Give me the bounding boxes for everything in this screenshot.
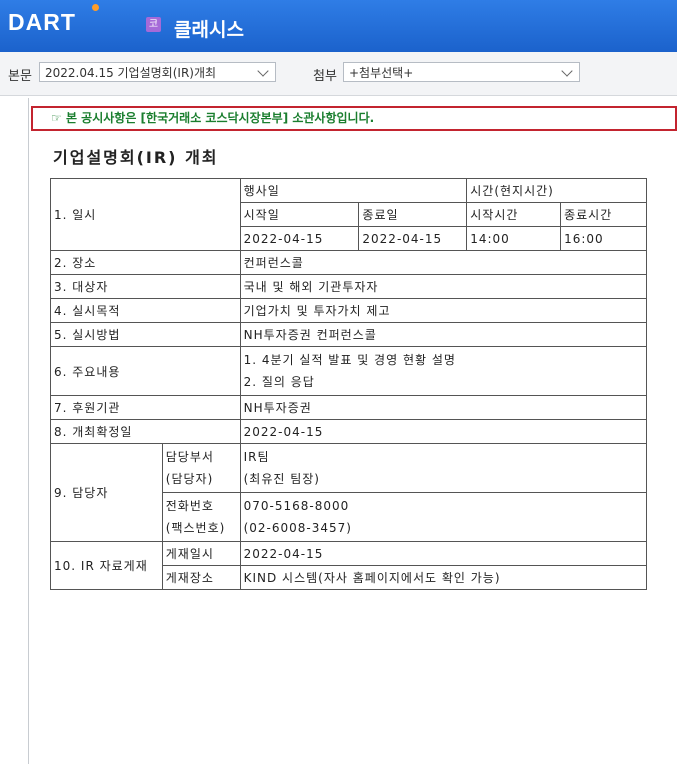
chevron-down-icon bbox=[561, 65, 573, 77]
table-row: 7. 후원기관 NH투자증권 bbox=[50, 395, 648, 420]
attach-select[interactable]: +첨부선택+ bbox=[343, 62, 580, 82]
table-cell: 2022-04-15 bbox=[239, 541, 648, 566]
table-subheader: 행사일 bbox=[239, 178, 468, 203]
content-line: (02-6008-3457) bbox=[243, 521, 352, 535]
table-label: 8. 개최확정일 bbox=[50, 419, 241, 444]
table-sublabel: 전화번호 (팩스번호) bbox=[161, 492, 241, 542]
table-cell: 070-5168-8000 (02-6008-3457) bbox=[239, 492, 648, 542]
table-label: 4. 실시목적 bbox=[50, 298, 241, 323]
document-toolbar: 본문 2022.04.15 기업설명회(IR)개최 첨부 +첨부선택+ bbox=[0, 52, 677, 96]
table-row: 6. 주요내용 1. 4분기 실적 발표 및 경영 현황 설명 2. 질의 응답 bbox=[50, 346, 648, 396]
sublabel-line: (담당자) bbox=[165, 472, 214, 486]
hand-pointer-icon: ☞ bbox=[51, 111, 62, 125]
body-select[interactable]: 2022.04.15 기업설명회(IR)개최 bbox=[39, 62, 276, 82]
table-row: 2. 장소 컨퍼런스콜 bbox=[50, 250, 648, 275]
disclosure-table: 1. 일시 행사일 시간(현지시간) 시작일 종료일 시작시간 종료시간 202… bbox=[50, 178, 648, 590]
table-sublabel: 게재장소 bbox=[161, 565, 241, 590]
table-cell: 2022-04-15 bbox=[239, 226, 360, 251]
table-cell: 2022-04-15 bbox=[358, 226, 468, 251]
table-cell: NH투자증권 bbox=[239, 395, 648, 420]
content-line: IR팀 bbox=[243, 450, 270, 464]
notice-banner: ☞ 본 공시사항은 [한국거래소 코스닥시장본부] 소관사항입니다. bbox=[31, 106, 677, 131]
table-cell: 1. 4분기 실적 발표 및 경영 현황 설명 2. 질의 응답 bbox=[239, 346, 648, 396]
document-viewer: ☞ 본 공시사항은 [한국거래소 코스닥시장본부] 소관사항입니다. 기업설명회… bbox=[28, 98, 677, 764]
content-line: 1. 4분기 실적 발표 및 경영 현황 설명 bbox=[243, 353, 456, 367]
document-title: 기업설명회(IR) 개최 bbox=[53, 148, 219, 167]
table-subheader: 시간(현지시간) bbox=[466, 178, 647, 203]
attach-select-value: +첨부선택+ bbox=[349, 66, 414, 80]
table-sublabel: 게재일시 bbox=[161, 541, 241, 566]
sublabel-line: (팩스번호) bbox=[165, 521, 226, 535]
table-row: 5. 실시방법 NH투자증권 컨퍼런스콜 bbox=[50, 322, 648, 347]
table-label: 10. IR 자료게재 bbox=[50, 541, 163, 590]
table-row: 10. IR 자료게재 게재일시 2022-04-15 bbox=[50, 541, 648, 590]
dart-logo[interactable]: DART bbox=[8, 9, 76, 36]
table-cell: 기업가치 및 투자가치 제고 bbox=[239, 298, 648, 323]
body-label: 본문 bbox=[8, 69, 32, 84]
table-cell: 국내 및 해외 기관투자자 bbox=[239, 274, 648, 299]
table-subheader: 종료일 bbox=[358, 202, 468, 227]
table-row: 9. 담당자 담당부서 (담당자) IR팀 (최유진 팀장) bbox=[50, 443, 648, 542]
attach-label: 첨부 bbox=[313, 69, 337, 84]
chevron-down-icon bbox=[257, 65, 269, 77]
table-row: 1. 일시 행사일 시간(현지시간) bbox=[50, 178, 647, 251]
content-line: 070-5168-8000 bbox=[243, 499, 350, 513]
sublabel-line: 담당부서 bbox=[165, 450, 214, 464]
table-label: 7. 후원기관 bbox=[50, 395, 241, 420]
table-label: 6. 주요내용 bbox=[50, 346, 241, 396]
corp-market-badge: 코 bbox=[146, 17, 161, 32]
table-cell: 16:00 bbox=[560, 226, 647, 251]
table-label: 1. 일시 bbox=[50, 178, 241, 251]
notice-text: 본 공시사항은 [한국거래소 코스닥시장본부] 소관사항입니다. bbox=[65, 111, 375, 125]
table-row: 4. 실시목적 기업가치 및 투자가치 제고 bbox=[50, 298, 648, 323]
table-label: 5. 실시방법 bbox=[50, 322, 241, 347]
table-label: 3. 대상자 bbox=[50, 274, 241, 299]
table-cell: 컨퍼런스콜 bbox=[239, 250, 648, 275]
table-cell: 2022-04-15 bbox=[239, 419, 648, 444]
header-bar: DART 코 클래시스 bbox=[0, 0, 677, 52]
logo-dot bbox=[92, 4, 99, 11]
table-cell: KIND 시스템(자사 홈페이지에서도 확인 가능) bbox=[239, 565, 648, 590]
table-row: 8. 개최확정일 2022-04-15 bbox=[50, 419, 648, 444]
body-select-value: 2022.04.15 기업설명회(IR)개최 bbox=[45, 66, 217, 80]
table-subheader: 시작시간 bbox=[466, 202, 562, 227]
table-cell: NH투자증권 컨퍼런스콜 bbox=[239, 322, 648, 347]
table-label: 2. 장소 bbox=[50, 250, 241, 275]
content-line: (최유진 팀장) bbox=[243, 472, 320, 486]
table-subheader: 종료시간 bbox=[560, 202, 647, 227]
table-row: 3. 대상자 국내 및 해외 기관투자자 bbox=[50, 274, 648, 299]
content-line: 2. 질의 응답 bbox=[243, 375, 315, 389]
table-subheader: 시작일 bbox=[239, 202, 360, 227]
table-cell: 14:00 bbox=[466, 226, 562, 251]
table-label: 9. 담당자 bbox=[50, 443, 163, 542]
sublabel-line: 전화번호 bbox=[165, 499, 214, 513]
corp-name[interactable]: 클래시스 bbox=[174, 15, 244, 42]
table-sublabel: 담당부서 (담당자) bbox=[161, 443, 241, 493]
table-cell: IR팀 (최유진 팀장) bbox=[239, 443, 648, 493]
